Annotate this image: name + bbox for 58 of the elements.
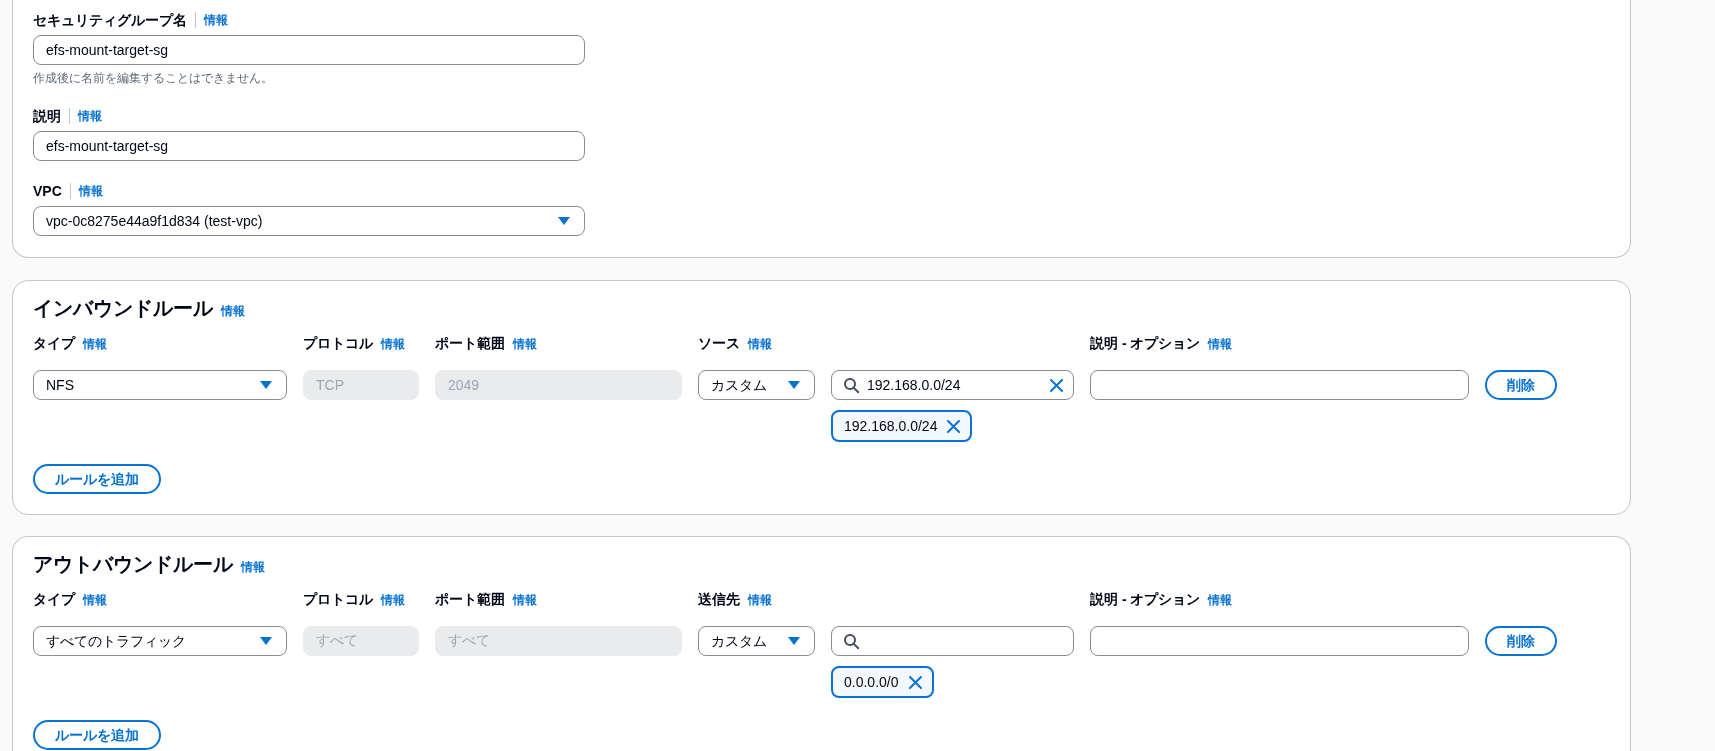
info-link[interactable]: 情報 — [83, 336, 107, 352]
section-title: アウトバウンドルール — [33, 552, 233, 576]
info-link[interactable]: 情報 — [513, 592, 537, 608]
field-hint: 作成後に名前を編集することはできません。 — [33, 70, 273, 86]
caret-down-icon — [260, 381, 272, 389]
column-label: 説明 - オプション — [1090, 590, 1201, 609]
close-icon[interactable] — [947, 419, 961, 433]
add-rule-button[interactable]: ルールを追加 — [33, 720, 161, 750]
column-label: ポート範囲 — [435, 334, 505, 353]
column-label: プロトコル — [303, 590, 373, 609]
search-field[interactable] — [831, 626, 1074, 656]
search-field[interactable]: 192.168.0.0/24 — [831, 370, 1074, 400]
caret-down-icon — [788, 381, 800, 389]
column-label: ポート範囲 — [435, 590, 505, 609]
info-link[interactable]: 情報 — [513, 336, 537, 352]
caret-down-icon — [260, 637, 272, 645]
type-dropdown[interactable]: すべてのトラフィック — [33, 626, 287, 656]
target-dropdown[interactable]: カスタム — [698, 370, 815, 400]
type-dropdown[interactable]: NFS — [33, 370, 287, 400]
info-link[interactable]: 情報 — [221, 303, 245, 319]
info-link[interactable]: 情報 — [748, 592, 772, 608]
info-link[interactable]: 情報 — [78, 183, 103, 199]
caret-down-icon — [788, 637, 800, 645]
remove-button[interactable]: 削除 — [1485, 370, 1557, 400]
remove-button[interactable]: 削除 — [1485, 626, 1557, 656]
description-field[interactable] — [1090, 370, 1469, 400]
field-label: VPC — [33, 182, 62, 201]
search-icon — [844, 633, 859, 649]
field-label: セキュリティグループ名 — [33, 11, 187, 30]
column-label: プロトコル — [303, 334, 373, 353]
text-field[interactable]: efs-mount-target-sg — [33, 35, 585, 65]
section-title: インバウンドルール — [33, 296, 213, 320]
token-label: 192.168.0.0/24 — [844, 417, 938, 436]
target-dropdown[interactable]: カスタム — [698, 626, 815, 656]
caret-down-icon — [558, 217, 570, 225]
vpc-dropdown[interactable]: vpc-0c8275e44a9f1d834 (test-vpc) — [33, 206, 585, 236]
add-rule-button[interactable]: ルールを追加 — [33, 464, 161, 494]
column-label: タイプ — [33, 334, 75, 353]
info-link[interactable]: 情報 — [78, 108, 102, 124]
column-label: タイプ — [33, 590, 75, 609]
field-label: 説明 — [33, 107, 61, 126]
token-label: 0.0.0.0/0 — [844, 673, 899, 692]
description-field[interactable] — [1090, 626, 1469, 656]
info-link[interactable]: 情報 — [1208, 336, 1233, 352]
info-link[interactable]: 情報 — [1208, 592, 1233, 608]
close-icon[interactable] — [1050, 378, 1063, 392]
info-link[interactable]: 情報 — [83, 592, 107, 608]
search-icon — [844, 377, 859, 393]
column-label: 送信先 — [698, 590, 740, 609]
info-link[interactable]: 情報 — [381, 592, 405, 608]
info-link[interactable]: 情報 — [381, 336, 405, 352]
info-link[interactable]: 情報 — [204, 12, 228, 28]
column-label: 説明 - オプション — [1090, 334, 1201, 353]
column-label: ソース — [698, 334, 740, 353]
text-field[interactable]: efs-mount-target-sg — [33, 131, 585, 161]
info-link[interactable]: 情報 — [241, 559, 265, 575]
info-link[interactable]: 情報 — [748, 336, 772, 352]
close-icon[interactable] — [908, 675, 922, 689]
